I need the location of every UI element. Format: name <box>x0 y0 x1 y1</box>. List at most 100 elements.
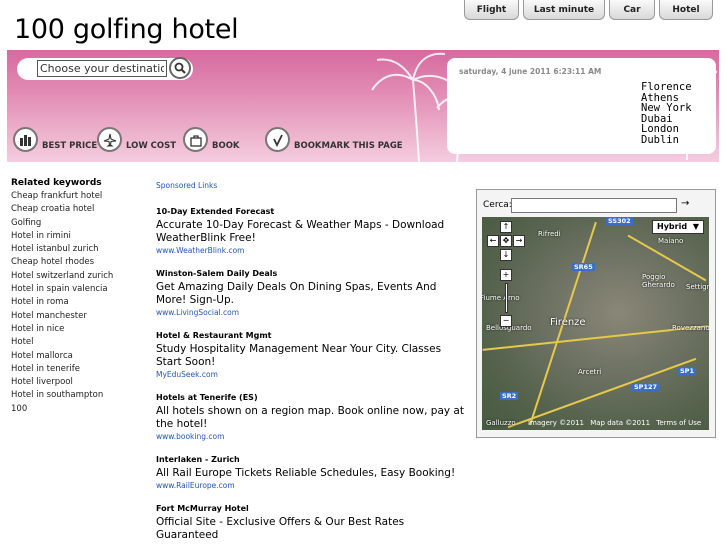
map-terms-link[interactable]: Terms of Use <box>656 419 701 427</box>
ad-title[interactable]: Hotels at Tenerife (ES) <box>156 393 466 402</box>
keyword-link[interactable]: Hotel <box>11 336 141 349</box>
ad-text: Accurate 10-Day Forecast & Weather Maps … <box>156 219 445 244</box>
ad-item: Winston-Salem Daily Deals Get Amazing Da… <box>156 269 466 317</box>
route-badge: SP1 <box>678 367 696 375</box>
bag-icon <box>183 127 208 152</box>
map-imagery-credit: Imagery ©2011 <box>528 419 584 427</box>
route-badge: SS302 <box>606 217 633 225</box>
low-cost-button[interactable]: LOW COST <box>97 127 176 152</box>
keyword-link[interactable]: Hotel in roma <box>11 296 141 309</box>
zoom-out-button[interactable]: − <box>500 315 512 327</box>
keyword-link[interactable]: 100 <box>11 403 141 416</box>
map-view[interactable]: SS302 SR65 SP127 SP1 SR2 Rifredi Maiano … <box>482 217 709 430</box>
map-data-credit: Map data ©2011 <box>590 419 651 427</box>
map-footer: Imagery ©2011 Map data ©2011 Terms of Us… <box>528 419 705 427</box>
map-road <box>507 357 697 429</box>
map-type-label: Hybrid <box>657 222 688 231</box>
chevron-down-icon: ▼ <box>692 222 699 231</box>
route-badge: SP127 <box>632 383 660 391</box>
ad-title[interactable]: Interlaken - Zurich <box>156 455 466 464</box>
tab-flight[interactable]: Flight <box>464 0 519 20</box>
keyword-link[interactable]: Cheap hotel rhodes <box>11 256 141 269</box>
route-badge: SR2 <box>500 392 519 400</box>
pan-center-button[interactable]: ✥ <box>500 235 512 247</box>
feature-label: BOOK <box>212 141 240 151</box>
keyword-link[interactable]: Hotel in rimini <box>11 230 141 243</box>
airplane-icon <box>97 127 122 152</box>
ad-title[interactable]: 10-Day Extended Forecast <box>156 207 466 216</box>
keyword-link[interactable]: Cheap croatia hotel <box>11 203 141 216</box>
keyword-link[interactable]: Hotel liverpool <box>11 376 141 389</box>
map-place-label: Galluzzo <box>486 419 516 427</box>
ad-title[interactable]: Hotel & Restaurant Mgmt <box>156 331 466 340</box>
pan-right-button[interactable]: → <box>513 235 525 247</box>
city-link[interactable]: Dublin <box>641 134 692 146</box>
map-place-label: Poggio Gherardo <box>642 273 675 289</box>
ad-text: Official Site - Exclusive Offers & Our B… <box>156 516 405 541</box>
keyword-link[interactable]: Hotel switzerland zurich <box>11 270 141 283</box>
tab-last-minute[interactable]: Last minute <box>523 0 605 20</box>
keyword-link[interactable]: Hotel manchester <box>11 310 141 323</box>
map-place-label: Rovezzano <box>672 324 709 332</box>
feature-label: BOOKMARK THIS PAGE <box>294 141 403 151</box>
keyword-link[interactable]: Hotel istanbul zurich <box>11 243 141 256</box>
ad-text: All Rail Europe Tickets Reliable Schedul… <box>156 467 456 479</box>
search-input[interactable] <box>37 60 167 77</box>
ad-url[interactable]: MyEduSeek.com <box>156 370 466 379</box>
ad-item: 10-Day Extended Forecast Accurate 10-Day… <box>156 207 466 255</box>
route-badge: SR65 <box>572 263 595 271</box>
map-type-select[interactable]: Hybrid ▼ <box>652 220 704 234</box>
pan-down-button[interactable]: ↓ <box>500 249 512 261</box>
city-link[interactable]: New York <box>641 103 692 114</box>
header-banner: saturday, 4 june 2011 6:23:11 AM Florenc… <box>7 50 719 162</box>
ad-text: Get Amazing Daily Deals On Dining Spas, … <box>156 281 437 306</box>
ad-url[interactable]: www.WeatherBlink.com <box>156 246 466 255</box>
tab-car[interactable]: Car <box>609 0 655 20</box>
check-icon <box>265 127 290 152</box>
ad-url[interactable]: www.LivingSocial.com <box>156 308 466 317</box>
tab-hotel[interactable]: Hotel <box>659 0 713 20</box>
search-icon <box>174 62 186 74</box>
ad-item: Interlaken - Zurich All Rail Europe Tick… <box>156 455 466 490</box>
sponsored-links-label[interactable]: Sponsored Links <box>156 181 466 190</box>
search-button[interactable] <box>169 57 191 79</box>
site-title: 100 golfing hotel <box>14 14 239 45</box>
zoom-slider[interactable] <box>505 283 508 313</box>
best-price-button[interactable]: BEST PRICE <box>13 127 97 152</box>
book-button[interactable]: BOOK <box>183 127 240 152</box>
keyword-link[interactable]: Cheap frankfurt hotel <box>11 190 141 203</box>
pan-left-button[interactable]: ← <box>487 235 499 247</box>
keyword-link[interactable]: Golfing <box>11 217 141 230</box>
sponsored-ads: Sponsored Links 10-Day Extended Forecast… <box>156 181 466 545</box>
bookmark-button[interactable]: BOOKMARK THIS PAGE <box>265 127 403 152</box>
city-list: Florence Athens New York Dubai London Du… <box>641 82 692 145</box>
map-widget: Cerca: → SS302 SR65 SP127 SP1 SR2 Rifred… <box>476 189 716 438</box>
map-place-label: Rifredi <box>538 230 561 238</box>
keyword-link[interactable]: Hotel mallorca <box>11 350 141 363</box>
ad-url[interactable]: www.booking.com <box>156 432 466 441</box>
city-link[interactable]: London <box>641 124 692 135</box>
map-place-label: Maiano <box>658 237 684 245</box>
map-search-go-button[interactable]: → <box>681 198 689 209</box>
map-place-label: Arcetri <box>578 368 602 376</box>
zoom-in-button[interactable]: + <box>500 269 512 281</box>
feature-label: BEST PRICE <box>42 141 98 151</box>
map-search-input[interactable] <box>511 198 677 213</box>
ad-title[interactable]: Winston-Salem Daily Deals <box>156 269 466 278</box>
ad-item: Fort McMurray Hotel Official Site - Excl… <box>156 504 466 542</box>
top-nav: Flight Last minute Car Hotel <box>464 0 713 20</box>
keyword-link[interactable]: Hotel in southampton <box>11 389 141 402</box>
ad-url[interactable]: www.RailEurope.com <box>156 481 466 490</box>
ad-item: Hotel & Restaurant Mgmt Study Hospitalit… <box>156 331 466 379</box>
keyword-link[interactable]: Hotel in spain valencia <box>11 283 141 296</box>
pan-up-button[interactable]: ↑ <box>500 221 512 233</box>
map-place-label: Firenze <box>550 317 586 328</box>
city-link[interactable]: Florence <box>641 82 692 93</box>
ad-title[interactable]: Fort McMurray Hotel <box>156 504 466 513</box>
keyword-link[interactable]: Hotel in nice <box>11 323 141 336</box>
current-datetime: saturday, 4 june 2011 6:23:11 AM <box>459 67 602 76</box>
bar-chart-icon <box>13 127 38 152</box>
ad-text: Study Hospitality Management Near Your C… <box>156 343 442 368</box>
keyword-link[interactable]: Hotel in tenerife <box>11 363 141 376</box>
map-search-label: Cerca: <box>483 200 512 210</box>
